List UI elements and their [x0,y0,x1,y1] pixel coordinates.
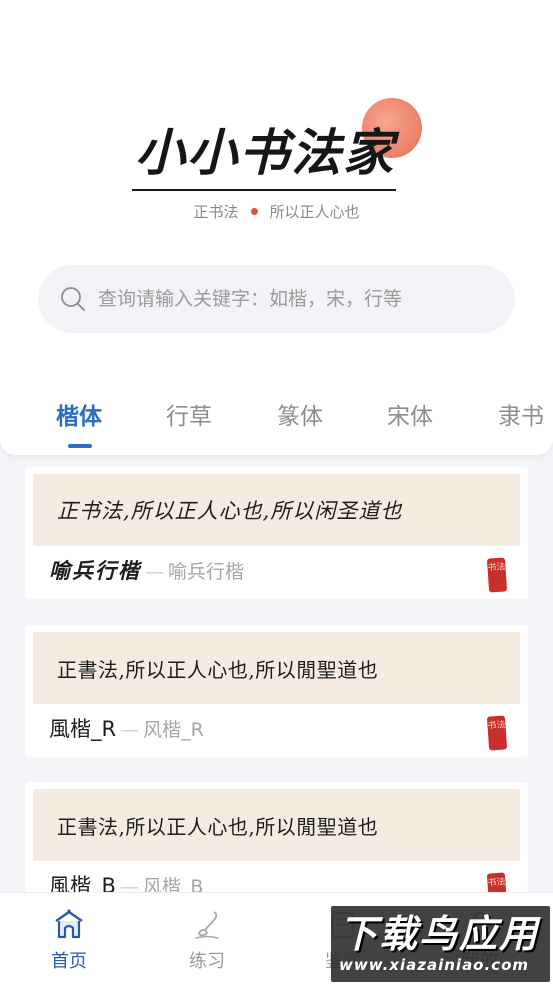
search-icon [60,286,86,312]
watermark-title: 下载鸟应用 [339,912,540,956]
font-sample: 正書法,所以正人心也,所以閒聖道也 [33,632,520,704]
seal-icon: 书法 [486,557,508,593]
nav-practice[interactable]: 练习 [167,907,247,973]
category-tabs: 楷体 行草 篆体 宋体 隶书 [0,370,553,455]
tab-songti[interactable]: 宋体 [387,397,433,431]
nav-label: 练习 [189,951,225,972]
font-card[interactable]: 正書法,所以正人心也,所以閒聖道也 風楷_R — 风楷_R 书法 [25,625,528,757]
font-sample: 正書法,所以正人心也,所以閒聖道也 [33,789,520,861]
tab-xingcao[interactable]: 行草 [166,397,212,431]
seal-icon: 书法 [486,715,508,751]
font-card[interactable]: 正書法,所以正人心也,所以閒聖道也 風楷_B — 风楷_B 书法 [25,782,528,895]
brush-icon [190,907,224,941]
font-card[interactable]: 正书法,所以正人心也,所以闲圣道也 喻兵行楷 — 喻兵行楷 书法 [25,467,528,599]
nav-home[interactable]: 首页 [29,907,109,973]
subtitle-right: 所以正人心也 [269,203,360,221]
tab-kaiti[interactable]: 楷体 [56,397,102,431]
dot-icon [250,208,258,215]
subtitle-left: 正书法 [193,203,239,221]
font-list[interactable]: 正书法,所以正人心也,所以闲圣道也 喻兵行楷 — 喻兵行楷 书法 正書法,所以正… [0,440,553,895]
separator: — [120,719,140,741]
separator: — [145,561,164,583]
watermark-url: www.xiazainiao.com [339,956,530,974]
font-sample: 正书法,所以正人心也,所以闲圣道也 [33,474,520,546]
app-logo: 小小书法家 正书法 所以正人心也 [0,0,553,240]
font-alt-name: 风楷_R [143,719,204,741]
active-tab-indicator [68,444,92,448]
logo-divider [132,189,396,191]
font-name: 風楷_R [49,717,117,741]
font-meta: 喻兵行楷 — 喻兵行楷 [49,555,244,585]
nav-label: 首页 [51,951,87,972]
logo-title: 小小书法家 [135,123,395,182]
tab-lishu[interactable]: 隶书 [498,397,544,431]
font-meta: 風楷_R — 风楷_R [49,713,204,743]
search-input[interactable] [98,288,478,310]
home-icon [52,907,86,941]
font-name: 喻兵行楷 [49,558,141,583]
search-bar[interactable] [38,265,515,333]
logo-subtitle: 正书法 所以正人心也 [0,201,553,222]
font-alt-name: 喻兵行楷 [168,561,245,583]
tab-zhuanti[interactable]: 篆体 [277,397,323,431]
watermark: 下载鸟应用 www.xiazainiao.com [331,906,550,982]
